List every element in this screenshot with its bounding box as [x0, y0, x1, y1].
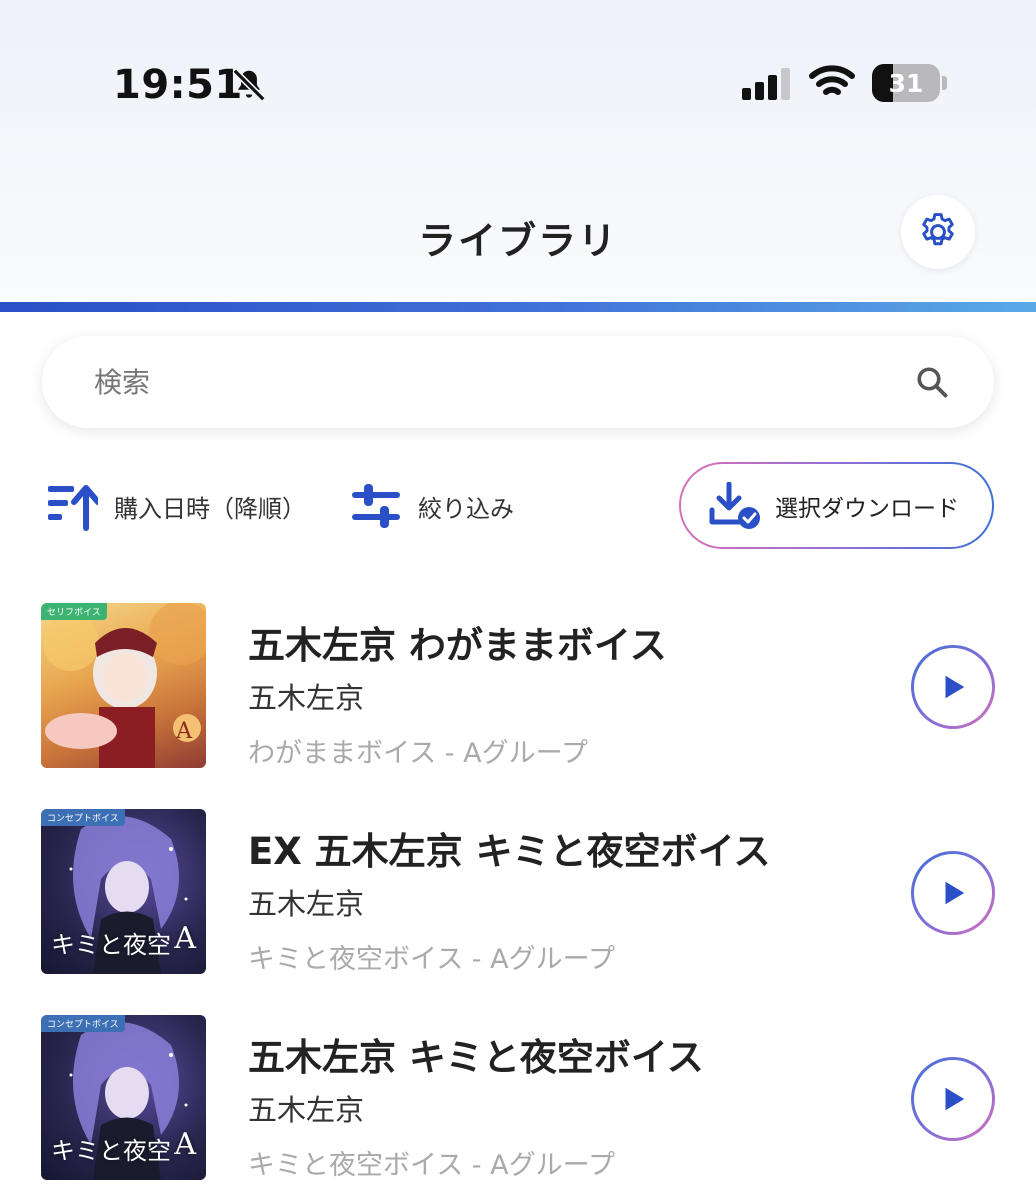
page-title: ライブラリ [417, 219, 618, 263]
search-icon[interactable] [914, 364, 950, 400]
select-download-button[interactable]: 選択ダウンロード [679, 462, 994, 549]
play-button[interactable] [911, 645, 995, 729]
sort-descending-icon [48, 485, 98, 531]
list-item[interactable]: セリフボイス A 五木左京 わがままボイス 五木左京 わがままボイス - Aグル… [0, 603, 1036, 773]
filter-label: 絞り込み [418, 494, 514, 523]
select-download-label: 選択ダウンロード [775, 495, 959, 522]
thumb-badge: セリフボイス [41, 603, 107, 620]
play-icon [945, 881, 965, 905]
item-album: キミと夜空ボイス - Aグループ [248, 944, 615, 975]
filter-control[interactable]: 絞り込み [350, 478, 514, 534]
thumb-badge: コンセプトボイス [41, 809, 125, 826]
thumb-group: A [174, 1127, 196, 1162]
item-artist: 五木左京 [248, 1093, 365, 1127]
thumb-group: A [176, 719, 192, 744]
header-accent-line [0, 302, 1036, 312]
status-time: 19:51 [113, 62, 243, 108]
play-icon [945, 1087, 965, 1111]
top-area: 19:51 31 ライブラリ [0, 0, 1036, 302]
battery-nub [942, 76, 947, 90]
thumb-text: キミと夜空 [51, 931, 171, 959]
play-icon [945, 675, 965, 699]
item-album: キミと夜空ボイス - Aグループ [248, 1150, 615, 1181]
sort-label: 購入日時（降順） [114, 494, 306, 523]
download-check-icon [709, 481, 760, 529]
search-box[interactable] [42, 336, 994, 428]
play-button[interactable] [911, 851, 995, 935]
bell-slash-icon [232, 68, 266, 102]
list-item[interactable]: コンセプトボイス キミと夜空 A EX 五木左京 キミと夜空ボイス 五木左京 キ… [0, 809, 1036, 979]
item-title: 五木左京 キミと夜空ボイス [248, 1036, 704, 1079]
sort-control[interactable]: 購入日時（降順） [46, 478, 306, 534]
thumb-text: キミと夜空 [51, 1137, 171, 1165]
item-album: わがままボイス - Aグループ [248, 738, 588, 769]
settings-button[interactable] [901, 195, 975, 269]
album-art: コンセプトボイス キミと夜空 A [41, 809, 206, 974]
album-art: コンセプトボイス キミと夜空 A [41, 1015, 206, 1180]
battery-level: 31 [888, 68, 924, 98]
signal-icon [742, 68, 790, 100]
album-art: セリフボイス A [41, 603, 206, 768]
battery-icon: 31 [872, 64, 940, 102]
play-button[interactable] [911, 1057, 995, 1141]
sliders-icon [352, 484, 400, 528]
wifi-icon [809, 65, 855, 95]
item-artist: 五木左京 [248, 681, 365, 715]
item-title: 五木左京 わがままボイス [248, 624, 667, 667]
gear-icon [922, 213, 954, 246]
thumb-badge: コンセプトボイス [41, 1015, 125, 1032]
item-title: EX 五木左京 キミと夜空ボイス [248, 830, 771, 873]
list-item[interactable]: コンセプトボイス キミと夜空 A 五木左京 キミと夜空ボイス 五木左京 キミと夜… [0, 1015, 1036, 1185]
thumb-group: A [174, 921, 196, 956]
search-input[interactable] [94, 360, 874, 404]
item-artist: 五木左京 [248, 887, 365, 921]
